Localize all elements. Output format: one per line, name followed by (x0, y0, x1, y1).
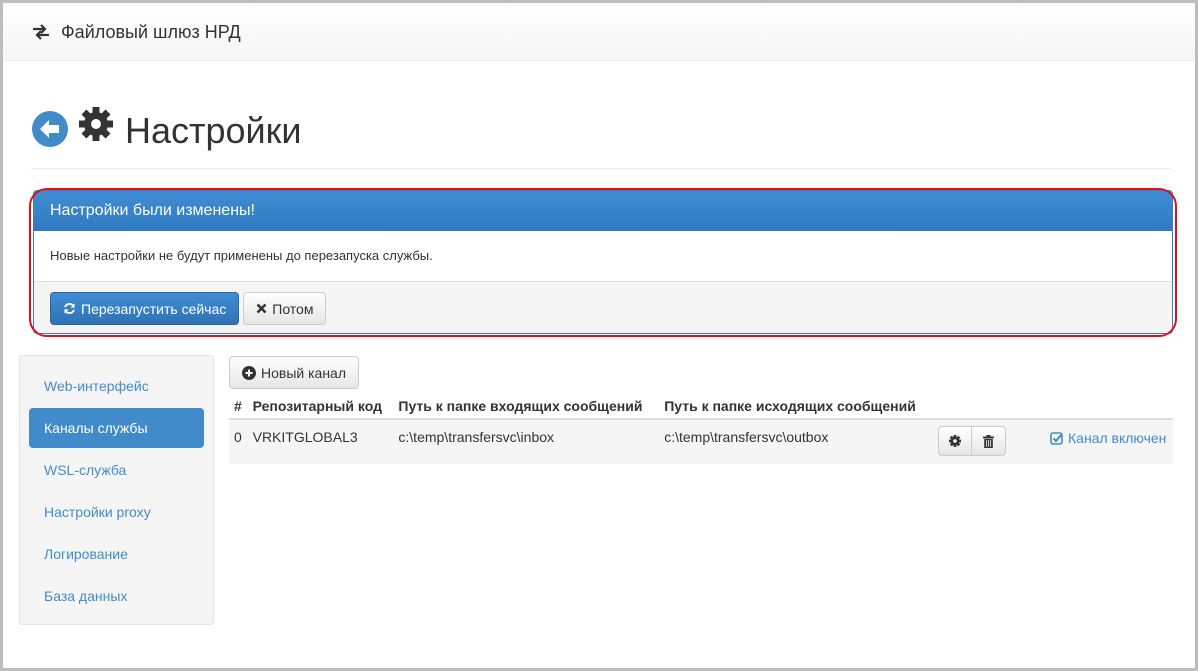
app-window: Файловый шлюз НРД Настройки Настройки бы… (0, 0, 1198, 671)
col-repository-code: Репозитарный код (247, 394, 394, 420)
checkbox-checked-icon (1050, 431, 1063, 445)
channel-settings-button[interactable] (938, 426, 972, 456)
page-header: Настройки (31, 103, 1171, 169)
sidebar-item-service-channels[interactable]: Каналы службы (29, 408, 204, 448)
sidebar-item-database[interactable]: База данных (29, 576, 204, 616)
row-inbox-path: c:\temp\transfersvc\inbox (393, 419, 660, 464)
brand-label: Файловый шлюз НРД (61, 21, 241, 42)
row-action-buttons (938, 426, 1006, 456)
later-button[interactable]: Потом (243, 292, 327, 325)
col-inbox-path: Путь к папке входящих сообщений (393, 394, 660, 420)
navbar: Файловый шлюз НРД (3, 3, 1195, 61)
table-row: 0 VRKITGLOBAL3 c:\temp\transfersvc\inbox… (229, 419, 1173, 464)
refresh-icon (64, 303, 75, 314)
arrow-left-circle-icon[interactable] (31, 110, 69, 148)
sidebar-item-web-interface[interactable]: Web-интерфейс (29, 366, 204, 406)
col-outbox-path: Путь к папке исходящих сообщений (659, 394, 933, 420)
alert-footer: Перезапустить сейчас Потом (34, 281, 1172, 333)
later-label: Потом (272, 300, 314, 317)
alert-heading: Настройки были изменены! (34, 191, 1172, 231)
alert-body: Новые настройки не будут применены до пе… (50, 248, 433, 263)
col-status (1023, 394, 1173, 420)
row-status: Канал включен (1023, 419, 1173, 464)
sidebar-item-wsl-service[interactable]: WSL-служба (29, 450, 204, 490)
sidebar-item-proxy-settings[interactable]: Настройки proxy (29, 492, 204, 532)
exchange-arrows-icon (33, 24, 49, 40)
channel-enabled-label: Канал включен (1068, 430, 1167, 446)
row-repository-code: VRKITGLOBAL3 (247, 419, 394, 464)
gear-icon (79, 107, 113, 141)
col-index: # (229, 394, 248, 420)
new-channel-label: Новый канал (261, 364, 347, 381)
channels-table: # Репозитарный код Путь к папке входящих… (229, 394, 1173, 464)
table-header-row: # Репозитарный код Путь к папке входящих… (229, 394, 1173, 420)
restart-now-button[interactable]: Перезапустить сейчас (50, 292, 240, 325)
new-channel-button[interactable]: Новый канал (229, 356, 360, 389)
trash-icon (983, 434, 994, 448)
gear-icon (949, 435, 961, 447)
channel-enabled-status[interactable]: Канал включен (1050, 430, 1166, 446)
col-actions (933, 394, 1023, 420)
settings-changed-alert: Настройки были изменены! Новые настройки… (33, 190, 1173, 334)
sidebar-item-logging[interactable]: Логирование (29, 534, 204, 574)
close-icon (256, 303, 267, 314)
row-outbox-path: c:\temp\transfersvc\outbox (659, 419, 933, 464)
restart-now-label: Перезапустить сейчас (81, 300, 227, 317)
row-actions (933, 419, 1023, 464)
page-title: Настройки (125, 110, 302, 151)
brand[interactable]: Файловый шлюз НРД (31, 20, 241, 44)
plus-circle-icon (242, 365, 256, 380)
settings-sidebar: Web-интерфейс Каналы службы WSL-служба Н… (19, 355, 214, 625)
channel-delete-button[interactable] (972, 426, 1006, 456)
row-index: 0 (229, 419, 248, 464)
